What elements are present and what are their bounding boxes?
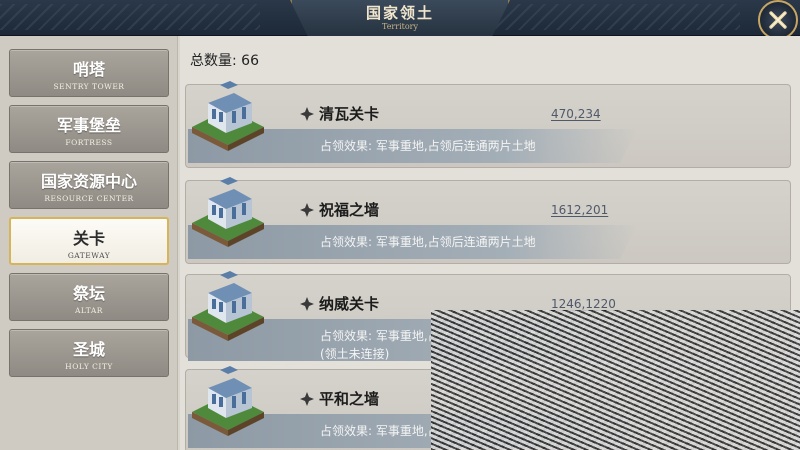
title-plate: 国家领土 Territory — [290, 0, 510, 36]
tab-fortress[interactable]: 军事堡垒 FORTRESS — [9, 105, 169, 153]
tab-resource-center[interactable]: 国家资源中心 RESOURCE CENTER — [9, 161, 169, 209]
item-name: 纳威关卡 — [319, 295, 380, 313]
header-ornament-right — [480, 4, 740, 30]
diamond-icon — [300, 296, 314, 311]
close-button[interactable] — [758, 0, 798, 40]
item-coordinates-link[interactable]: 470,234 — [551, 107, 601, 121]
tab-label: 关卡 — [72, 229, 105, 248]
item-status-note: (领土未连接) — [320, 347, 390, 361]
item-name: 平和之墙 — [319, 390, 380, 408]
item-name: 祝福之墙 — [319, 201, 380, 219]
item-name: 清瓦关卡 — [319, 105, 380, 123]
tab-holy-city[interactable]: 圣城 HOLY CITY — [9, 329, 169, 377]
tab-label: 哨塔 — [72, 60, 105, 79]
tab-gateway[interactable]: 关卡 GATEWAY — [9, 217, 169, 265]
fortress-tile-icon — [192, 81, 264, 151]
item-effect: 占领效果: 军事重地,占领后连通两片土地 — [320, 139, 536, 153]
diamond-icon — [300, 202, 314, 217]
noise-overlay — [431, 310, 800, 450]
item-title: 平和之墙 — [300, 388, 379, 409]
window-header: 国家领土 Territory — [0, 0, 800, 40]
list-item[interactable]: 清瓦关卡 470,234 占领效果: 军事重地,占领后连通两片土地 — [185, 81, 791, 168]
header-ornament-left — [0, 4, 260, 30]
total-count: 总数量: 66 — [190, 53, 259, 69]
fortress-tile-icon — [192, 271, 264, 341]
page-title: 国家领土 — [365, 4, 434, 22]
close-x-icon — [769, 11, 787, 29]
category-sidebar: 哨塔 SENTRY TOWER 军事堡垒 FORTRESS 国家资源中心 RES… — [0, 36, 178, 450]
list-item[interactable]: 祝福之墙 1612,201 占领效果: 军事重地,占领后连通两片土地 — [185, 177, 791, 264]
tab-sublabel: RESOURCE CENTER — [44, 194, 134, 203]
item-effect: 占领效果: 军事重地,占领后连通两片土地 — [320, 235, 536, 249]
tab-label: 国家资源中心 — [40, 172, 137, 191]
tab-altar[interactable]: 祭坛 ALTAR — [9, 273, 169, 321]
tab-sublabel: FORTRESS — [65, 138, 113, 147]
tab-sentry-tower[interactable]: 哨塔 SENTRY TOWER — [9, 49, 169, 97]
tab-sublabel: ALTAR — [75, 306, 103, 315]
tab-sublabel: GATEWAY — [67, 251, 111, 260]
tab-sublabel: SENTRY TOWER — [53, 82, 125, 91]
diamond-icon — [300, 106, 314, 121]
fortress-tile-icon — [192, 177, 264, 247]
fortress-tile-icon — [192, 366, 264, 436]
page-subtitle: Territory — [381, 22, 419, 31]
tab-label: 圣城 — [72, 340, 105, 359]
item-coordinates-link[interactable]: 1246,1220 — [551, 297, 616, 311]
item-title: 纳威关卡 — [300, 293, 379, 314]
tab-label: 祭坛 — [72, 284, 105, 303]
item-coordinates-link[interactable]: 1612,201 — [551, 203, 608, 217]
diamond-icon — [300, 391, 314, 406]
item-title: 祝福之墙 — [300, 199, 379, 220]
tab-label: 军事堡垒 — [56, 116, 121, 135]
tab-sublabel: HOLY CITY — [65, 362, 113, 371]
item-title: 清瓦关卡 — [300, 103, 379, 124]
